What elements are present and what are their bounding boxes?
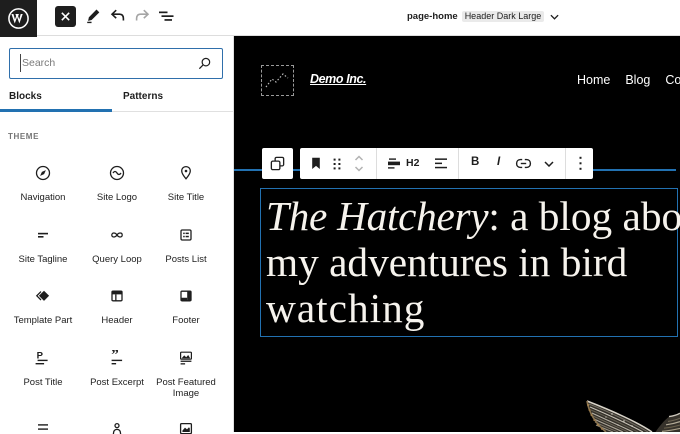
svg-text:”: ” — [111, 350, 119, 363]
